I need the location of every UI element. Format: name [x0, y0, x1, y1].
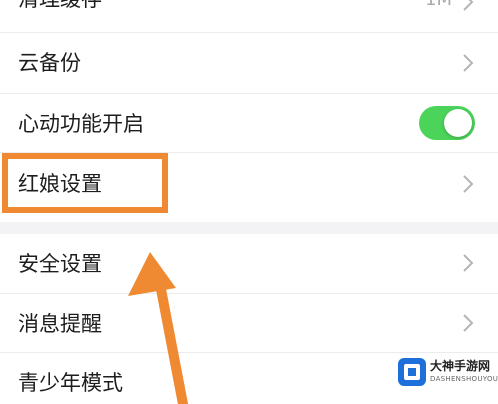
chevron-right-icon — [463, 314, 474, 332]
chevron-right-icon — [463, 175, 474, 193]
settings-row-label: 云备份 — [18, 51, 81, 75]
settings-row-heartbeat-feature: 心动功能开启 — [0, 94, 498, 152]
settings-row-cloud-backup[interactable]: 云备份 — [0, 33, 498, 93]
watermark-logo-icon — [398, 358, 426, 386]
heartbeat-toggle-switch[interactable] — [419, 106, 475, 140]
settings-row-label: 安全设置 — [18, 252, 102, 276]
settings-row-security[interactable]: 安全设置 — [0, 234, 498, 293]
toggle-knob — [444, 109, 472, 137]
watermark-title: 大神手游网 — [430, 359, 491, 373]
settings-row-label: 清理缓存 — [18, 0, 102, 12]
settings-row-clear-cache[interactable]: 清理缓存 1M — [0, 0, 498, 32]
chevron-right-icon — [463, 54, 474, 72]
settings-row-label: 心动功能开启 — [18, 112, 144, 136]
section-separator — [0, 222, 498, 234]
settings-row-matchmaker[interactable]: 红娘设置 — [0, 153, 498, 222]
chevron-right-icon — [463, 0, 474, 11]
settings-row-label: 消息提醒 — [18, 312, 102, 336]
cache-size-value: 1M — [425, 0, 452, 11]
chevron-right-icon — [463, 254, 474, 272]
watermark-subtitle: DASHENSHOUYOUWANG — [430, 375, 498, 383]
settings-row-label: 红娘设置 — [18, 172, 102, 196]
settings-row-notifications[interactable]: 消息提醒 — [0, 294, 498, 352]
settings-row-label: 青少年模式 — [18, 371, 123, 395]
watermark: 大神手游网 DASHENSHOUYOUWANG — [398, 352, 498, 392]
